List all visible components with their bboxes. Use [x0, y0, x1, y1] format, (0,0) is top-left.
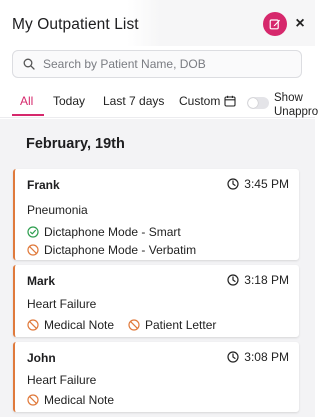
search-input[interactable] — [43, 57, 293, 71]
clock-icon — [227, 178, 239, 190]
tab-today[interactable]: Today — [53, 94, 85, 108]
appointment-time: 3:08 PM — [227, 350, 289, 364]
tab-all[interactable]: All — [20, 94, 33, 108]
time-text: 3:45 PM — [244, 177, 289, 191]
calendar-icon — [224, 95, 236, 107]
search-icon — [23, 58, 35, 70]
date-heading: February, 19th — [26, 136, 125, 152]
prohibited-icon — [27, 319, 39, 331]
appointment-time: 3:45 PM — [227, 177, 289, 191]
search-box — [12, 50, 302, 78]
document-item[interactable]: Medical Note — [27, 393, 114, 407]
close-button[interactable]: × — [292, 15, 308, 33]
time-text: 3:08 PM — [244, 350, 289, 364]
document-label: Medical Note — [44, 393, 115, 407]
time-text: 3:18 PM — [244, 273, 289, 287]
document-label: Dictaphone Mode - Verbatim — [44, 243, 197, 257]
patient-card-mark[interactable]: Mark 3:18 PM Heart Failure Medical Note … — [13, 265, 299, 337]
page-title: My Outpatient List — [12, 16, 139, 33]
document-item[interactable]: Dictaphone Mode - Verbatim — [27, 243, 196, 257]
header: My Outpatient List × — [0, 0, 315, 46]
prohibited-icon — [128, 319, 140, 331]
diagnosis: Pneumonia — [27, 203, 88, 217]
patient-card-john[interactable]: John 3:08 PM Heart Failure Medical Note — [13, 342, 299, 412]
patient-name: John — [27, 351, 56, 365]
toggle-label-line1: Show — [274, 92, 303, 104]
document-label: Dictaphone Mode - Smart — [44, 225, 181, 239]
check-circle-icon — [27, 226, 39, 238]
appointment-time: 3:18 PM — [227, 273, 289, 287]
document-label: Patient Letter — [145, 318, 217, 332]
prohibited-icon — [27, 394, 39, 406]
clock-icon — [227, 274, 239, 286]
diagnosis: Heart Failure — [27, 297, 97, 311]
edit-icon — [269, 19, 280, 30]
patient-list: February, 19th Frank 3:45 PM Pneumonia D… — [0, 119, 315, 417]
new-note-button[interactable] — [263, 12, 287, 36]
patient-name: Frank — [27, 178, 60, 192]
toggle-knob — [248, 98, 258, 108]
tab-custom-label: Custom — [179, 94, 221, 108]
document-item[interactable]: Patient Letter — [128, 318, 216, 332]
prohibited-icon — [27, 244, 39, 256]
patient-card-frank[interactable]: Frank 3:45 PM Pneumonia Dictaphone Mode … — [13, 169, 299, 260]
clock-icon — [227, 351, 239, 363]
tab-custom[interactable]: Custom — [179, 94, 236, 108]
patient-name: Mark — [27, 274, 56, 288]
close-icon: × — [295, 15, 305, 32]
diagnosis: Heart Failure — [27, 373, 97, 387]
filter-tabs: All Today Last 7 days Custom Show Unappr… — [0, 86, 318, 119]
document-label: Medical Note — [44, 318, 115, 332]
toggle-label-line2: Unappro — [274, 106, 319, 118]
document-item[interactable]: Dictaphone Mode - Smart — [27, 225, 181, 239]
active-tab-indicator — [12, 114, 44, 116]
tab-last-7-days[interactable]: Last 7 days — [103, 94, 164, 108]
document-item[interactable]: Medical Note — [27, 318, 114, 332]
show-unapproved-label: Show Unappro — [274, 91, 318, 119]
show-unapproved-toggle[interactable] — [247, 97, 269, 109]
